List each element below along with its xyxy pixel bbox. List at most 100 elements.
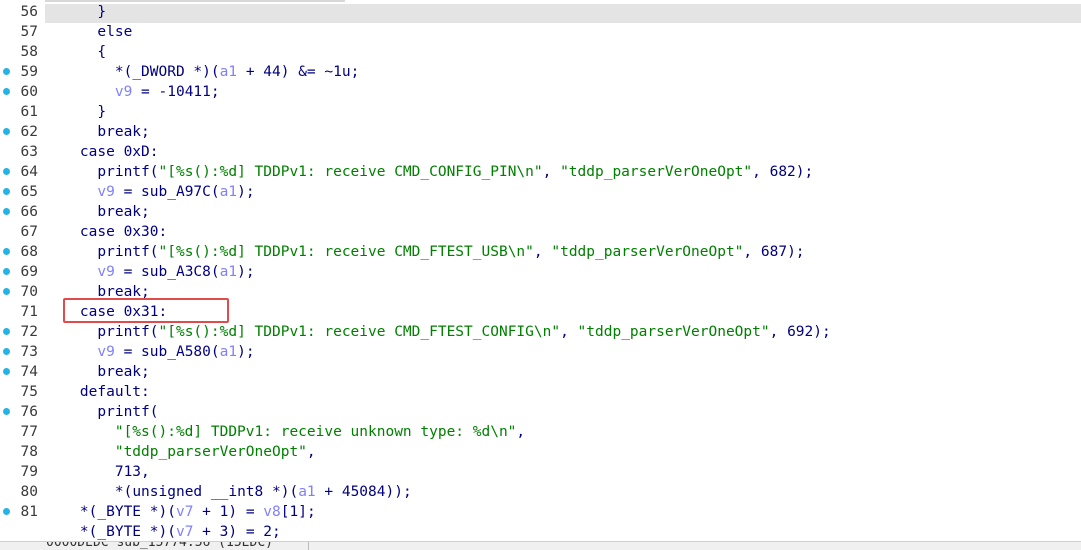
code-line[interactable]: 72 printf("[%s():%d] TDDPv1: receive CMD… (0, 322, 1081, 342)
code-line[interactable]: 68 printf("[%s():%d] TDDPv1: receive CMD… (0, 242, 1081, 262)
code-line[interactable]: 79 713, (0, 462, 1081, 482)
breakpoint-dot-icon[interactable] (3, 288, 10, 295)
code-line[interactable]: 69 v9 = sub_A3C8(a1); (0, 262, 1081, 282)
code-line[interactable]: 66 break; (0, 202, 1081, 222)
code-line[interactable]: 81 *(_BYTE *)(v7 + 1) = v8[1]; (0, 502, 1081, 522)
code-token: "tddp_parserVerOneOpt" (551, 244, 744, 260)
line-number: 76 (20, 404, 38, 420)
code-text[interactable]: case 0x30: (45, 222, 167, 242)
breakpoint-dot-icon[interactable] (3, 168, 10, 175)
code-line[interactable]: 74 break; (0, 362, 1081, 382)
breakpoint-dot-icon[interactable] (3, 248, 10, 255)
code-line[interactable]: 58 { (0, 42, 1081, 62)
code-text[interactable]: 713, (45, 462, 150, 482)
line-number: 57 (20, 24, 38, 40)
code-line[interactable]: *(_BYTE *)(v7 + 3) = 2; (0, 522, 1081, 542)
code-token: "[%s():%d] TDDPv1: receive unknown type:… (114, 424, 517, 440)
code-text[interactable]: *(_DWORD *)(a1 + 44) &= ~1u; (45, 62, 359, 82)
code-text[interactable]: printf("[%s():%d] TDDPv1: receive CMD_CO… (45, 162, 813, 182)
breakpoint-dot-icon[interactable] (3, 268, 10, 275)
line-number: 80 (20, 484, 38, 500)
code-text[interactable]: v9 = sub_A3C8(a1); (45, 262, 255, 282)
breakpoint-dot-icon[interactable] (3, 188, 10, 195)
line-number: 75 (20, 384, 38, 400)
code-token: _DWORD * (132, 64, 203, 80)
code-line[interactable]: 67 case 0x30: (0, 222, 1081, 242)
code-line[interactable]: 65 v9 = sub_A97C(a1); (0, 182, 1081, 202)
code-text[interactable]: break; (45, 202, 149, 222)
code-text[interactable]: printf("[%s():%d] TDDPv1: receive CMD_FT… (45, 242, 804, 262)
code-token: ); (237, 184, 255, 200)
code-text[interactable]: v9 = -10411; (45, 82, 220, 102)
breakpoint-dot-icon[interactable] (3, 348, 10, 355)
code-token: } (97, 4, 107, 20)
code-token: a1 (219, 264, 238, 280)
code-text[interactable]: } (45, 2, 106, 22)
code-line[interactable]: 61 } (0, 102, 1081, 122)
code-text[interactable]: printf( (45, 402, 158, 422)
code-text[interactable]: { (45, 42, 106, 62)
breakpoint-dot-icon[interactable] (3, 88, 10, 95)
code-text[interactable]: break; (45, 122, 149, 142)
breakpoint-dot-icon[interactable] (3, 408, 10, 415)
breakpoint-dot-icon[interactable] (3, 68, 10, 75)
pseudocode-editor[interactable]: 56 } 57 else 58 {59 *(_DWORD *)(a1 + 44) &… (0, 0, 1081, 549)
code-token: a1 (298, 484, 316, 500)
code-line[interactable]: 77 "[%s():%d] TDDPv1: receive unknown ty… (0, 422, 1081, 442)
code-text[interactable]: printf("[%s():%d] TDDPv1: receive CMD_FT… (45, 322, 830, 342)
code-token: + 44) &= ~1u; (237, 64, 360, 80)
code-text[interactable]: v9 = sub_A97C(a1); (45, 182, 255, 202)
code-line[interactable]: 56 } (0, 2, 1081, 23)
code-line[interactable]: 80 *(unsigned __int8 *)(a1 + 45084)); (0, 482, 1081, 502)
code-text[interactable]: *(unsigned __int8 *)(a1 + 45084)); (45, 482, 412, 502)
breakpoint-dot-icon[interactable] (3, 208, 10, 215)
code-line[interactable]: 73 v9 = sub_A580(a1); (0, 342, 1081, 362)
code-line[interactable]: 63 case 0xD: (0, 142, 1081, 162)
breakpoint-dot-icon[interactable] (3, 508, 10, 515)
code-token: *( (114, 484, 133, 500)
line-number: 61 (20, 104, 38, 120)
line-number: 74 (20, 364, 38, 380)
code-line[interactable]: 60 v9 = -10411; (0, 82, 1081, 102)
code-line[interactable]: 64 printf("[%s():%d] TDDPv1: receive CMD… (0, 162, 1081, 182)
code-token: ); (237, 264, 255, 280)
breakpoint-dot-icon[interactable] (3, 368, 10, 375)
code-line[interactable]: 78 "tddp_parserVerOneOpt", (0, 442, 1081, 462)
line-number: 67 (20, 224, 38, 240)
code-token: = sub_A3C8( (114, 264, 220, 280)
code-text[interactable]: *(_BYTE *)(v7 + 1) = v8[1]; (45, 502, 316, 522)
code-line[interactable]: 59 *(_DWORD *)(a1 + 44) &= ~1u; (0, 62, 1081, 82)
code-token: "[%s():%d] TDDPv1: receive CMD_FTEST_CON… (158, 324, 561, 340)
code-token: v9 (97, 344, 115, 360)
line-number: 60 (20, 84, 38, 100)
line-number: 59 (20, 64, 38, 80)
code-line[interactable]: 75 default: (0, 382, 1081, 402)
code-token: , (533, 244, 552, 260)
code-text[interactable]: break; (45, 362, 149, 382)
code-text[interactable]: else (45, 22, 132, 42)
code-token: "tddp_parserVerOneOpt" (114, 444, 307, 460)
code-text[interactable]: "[%s():%d] TDDPv1: receive unknown type:… (45, 422, 525, 442)
code-line[interactable]: 76 printf( (0, 402, 1081, 422)
line-number: 69 (20, 264, 38, 280)
code-text[interactable]: v9 = sub_A580(a1); (45, 342, 254, 362)
code-text[interactable]: } (45, 102, 106, 122)
code-text[interactable]: case 0xD: (45, 142, 159, 162)
code-token: , (542, 164, 561, 180)
breakpoint-dot-icon[interactable] (3, 328, 10, 335)
code-token: *( (79, 524, 98, 540)
code-line[interactable]: 57 else (0, 22, 1081, 42)
code-text[interactable]: "tddp_parserVerOneOpt", (45, 442, 316, 462)
code-text[interactable]: *(_BYTE *)(v7 + 3) = 2; (45, 522, 281, 542)
breakpoint-dot-icon[interactable] (3, 128, 10, 135)
code-line[interactable]: 62 break; (0, 122, 1081, 142)
code-token: )( (202, 64, 220, 80)
code-text[interactable]: default: (45, 382, 150, 402)
